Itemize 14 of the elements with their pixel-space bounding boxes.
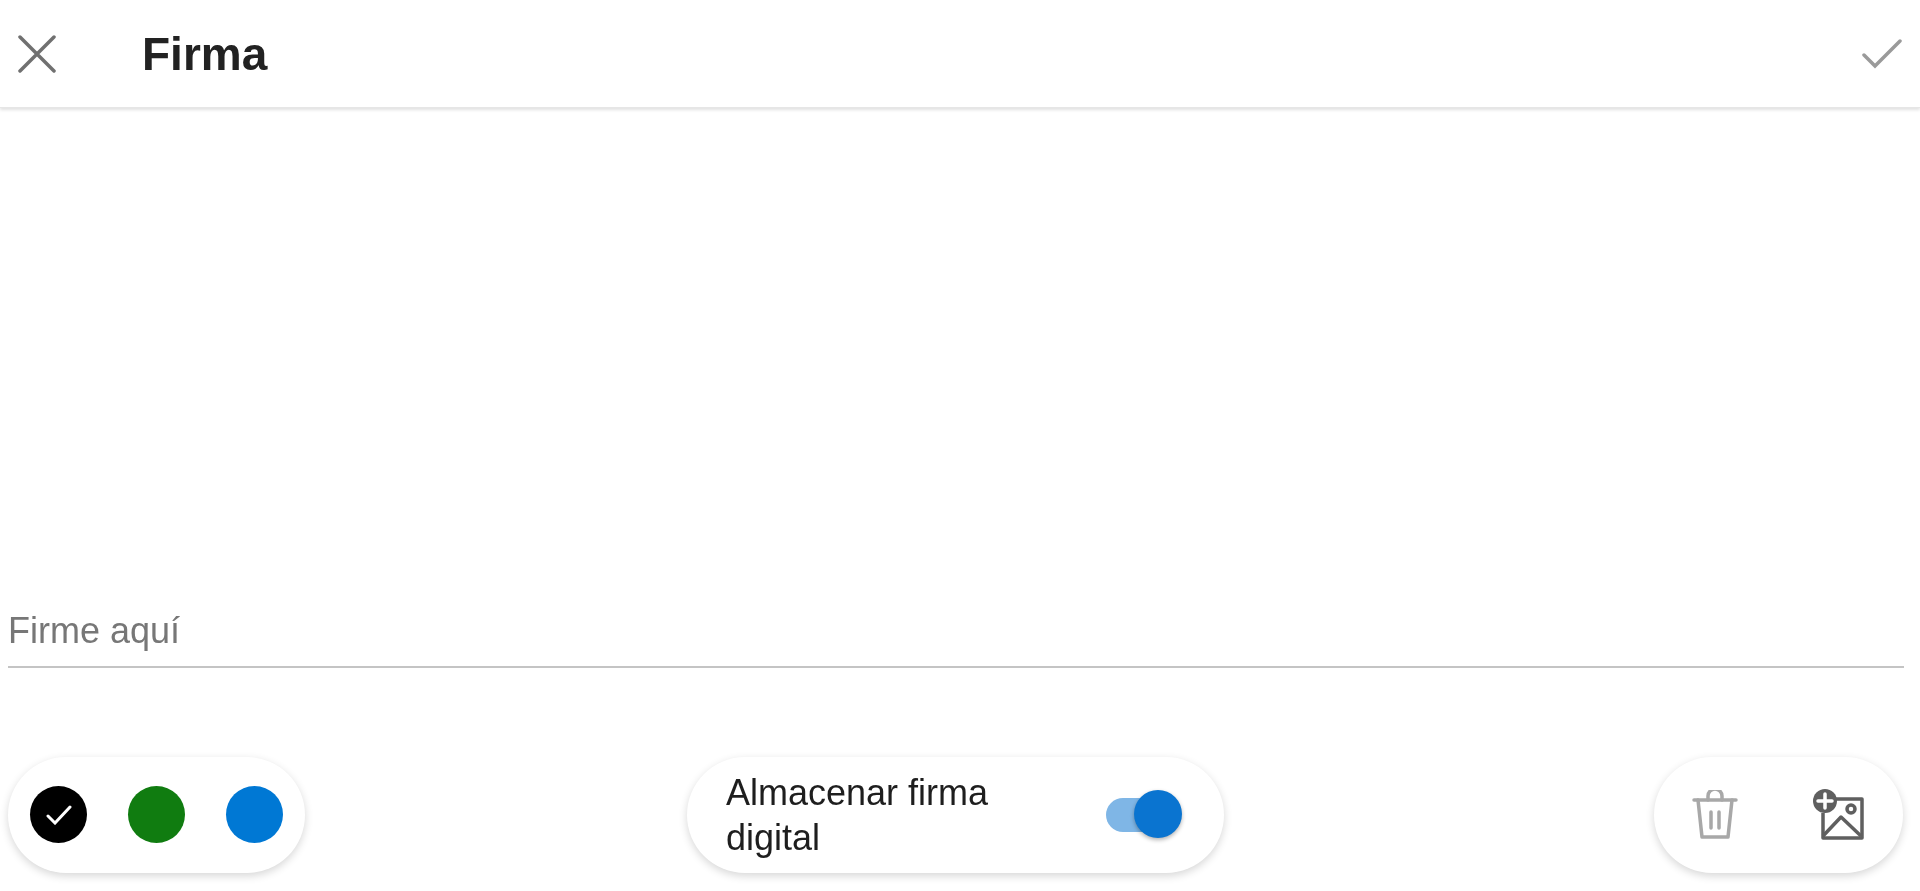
add-image-button[interactable] bbox=[1813, 788, 1865, 841]
color-swatch[interactable] bbox=[30, 786, 87, 843]
store-signature-label: Almacenar firma digital bbox=[726, 770, 990, 860]
close-icon bbox=[18, 34, 56, 73]
color-swatch[interactable] bbox=[128, 786, 185, 843]
close-button[interactable] bbox=[18, 34, 56, 73]
trash-icon bbox=[1692, 789, 1738, 840]
signature-pad[interactable]: Firme aquí bbox=[8, 108, 1904, 668]
check-icon bbox=[1862, 38, 1902, 69]
dialog-title: Firma bbox=[142, 26, 269, 81]
signature-placeholder: Firme aquí bbox=[8, 610, 181, 652]
check-icon bbox=[45, 804, 72, 825]
color-swatch[interactable] bbox=[226, 786, 283, 843]
add-image-icon bbox=[1813, 788, 1865, 841]
